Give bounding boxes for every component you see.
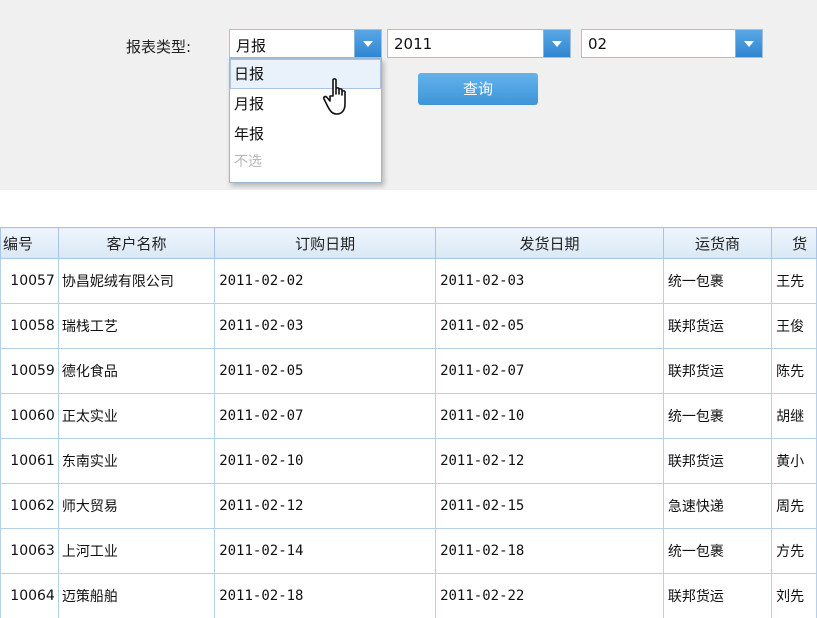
cell-id: 10059 [0, 348, 59, 394]
cell-order-date: 2011-02-02 [214, 258, 437, 304]
cell-shipper: 急速快递 [662, 483, 773, 529]
cell-shipper: 联邦货运 [662, 348, 773, 394]
header-consignee[interactable]: 货 [771, 227, 817, 259]
report-type-value: 月报 [236, 37, 267, 55]
cell-customer: 德化食品 [57, 348, 216, 394]
cell-shipper: 联邦货运 [662, 438, 773, 484]
cell-ship-date: 2011-02-05 [435, 303, 664, 349]
cell-consignee: 黄小 [771, 438, 817, 484]
cell-id: 10064 [0, 573, 59, 618]
table-row[interactable]: 10059 德化食品 2011-02-05 2011-02-07 联邦货运 陈先 [0, 348, 817, 394]
chevron-down-icon[interactable] [543, 30, 570, 57]
report-type-select[interactable]: 月报 [229, 29, 382, 58]
cell-order-date: 2011-02-05 [214, 348, 437, 394]
cell-customer: 协昌妮绒有限公司 [57, 258, 216, 304]
cell-shipper: 联邦货运 [662, 303, 773, 349]
cell-consignee: 周先 [771, 483, 817, 529]
cell-ship-date: 2011-02-10 [435, 393, 664, 439]
option-none[interactable]: 不选 [230, 149, 381, 177]
cell-shipper: 联邦货运 [662, 573, 773, 618]
cell-consignee: 王俊 [771, 303, 817, 349]
cell-customer: 正太实业 [57, 393, 216, 439]
table-header-row: 编号 客户名称 订购日期 发货日期 运货商 货 [0, 227, 817, 259]
month-value: 02 [588, 35, 608, 53]
table-row[interactable]: 10062 师大贸易 2011-02-12 2011-02-15 急速快递 周先 [0, 483, 817, 529]
cell-ship-date: 2011-02-03 [435, 258, 664, 304]
header-order-date[interactable]: 订购日期 [214, 227, 437, 259]
chevron-down-icon[interactable] [735, 30, 762, 57]
cell-order-date: 2011-02-12 [214, 483, 437, 529]
cell-consignee: 刘先 [771, 573, 817, 618]
cell-customer: 上河工业 [57, 528, 216, 574]
cell-id: 10061 [0, 438, 59, 484]
cell-shipper: 统一包裹 [662, 393, 773, 439]
cell-id: 10062 [0, 483, 59, 529]
cell-customer: 师大贸易 [57, 483, 216, 529]
cell-order-date: 2011-02-07 [214, 393, 437, 439]
option-daily[interactable]: 日报 [230, 59, 381, 89]
table-row[interactable]: 10057 协昌妮绒有限公司 2011-02-02 2011-02-03 统一包… [0, 258, 817, 304]
header-shipper[interactable]: 运货商 [662, 227, 773, 259]
cell-consignee: 陈先 [771, 348, 817, 394]
chevron-down-icon[interactable] [354, 30, 381, 57]
cell-customer: 东南实业 [57, 438, 216, 484]
cell-id: 10063 [0, 528, 59, 574]
cell-shipper: 统一包裹 [662, 528, 773, 574]
cell-order-date: 2011-02-18 [214, 573, 437, 618]
query-button[interactable]: 查询 [418, 73, 538, 105]
cell-shipper: 统一包裹 [662, 258, 773, 304]
table-row[interactable]: 10063 上河工业 2011-02-14 2011-02-18 统一包裹 方先 [0, 528, 817, 574]
cell-ship-date: 2011-02-18 [435, 528, 664, 574]
cell-order-date: 2011-02-14 [214, 528, 437, 574]
year-value: 2011 [394, 35, 433, 53]
table-row[interactable]: 10064 迈策船舶 2011-02-18 2011-02-22 联邦货运 刘先 [0, 573, 817, 618]
cell-consignee: 方先 [771, 528, 817, 574]
cell-consignee: 胡继 [771, 393, 817, 439]
cell-order-date: 2011-02-10 [214, 438, 437, 484]
month-select[interactable]: 02 [581, 29, 763, 58]
option-monthly[interactable]: 月报 [230, 89, 381, 119]
cell-order-date: 2011-02-03 [214, 303, 437, 349]
table-row[interactable]: 10058 瑞栈工艺 2011-02-03 2011-02-05 联邦货运 王俊 [0, 303, 817, 349]
cell-ship-date: 2011-02-22 [435, 573, 664, 618]
table-row[interactable]: 10060 正太实业 2011-02-07 2011-02-10 统一包裹 胡继 [0, 393, 817, 439]
cell-ship-date: 2011-02-07 [435, 348, 664, 394]
header-id[interactable]: 编号 [0, 227, 59, 259]
cell-id: 10057 [0, 258, 59, 304]
orders-table: 编号 客户名称 订购日期 发货日期 运货商 货 10057 协昌妮绒有限公司 2… [0, 227, 817, 618]
cell-customer: 迈策船舶 [57, 573, 216, 618]
option-yearly[interactable]: 年报 [230, 119, 381, 149]
cell-consignee: 王先 [771, 258, 817, 304]
table-row[interactable]: 10061 东南实业 2011-02-10 2011-02-12 联邦货运 黄小 [0, 438, 817, 484]
header-customer[interactable]: 客户名称 [57, 227, 216, 259]
cell-ship-date: 2011-02-12 [435, 438, 664, 484]
report-type-dropdown: 日报 月报 年报 不选 [229, 58, 382, 183]
cell-ship-date: 2011-02-15 [435, 483, 664, 529]
year-select[interactable]: 2011 [387, 29, 571, 58]
filter-panel: 报表类型: 月报 2011 02 查询 日报 月报 年报 不选 [0, 0, 817, 190]
hand-pointer-icon [322, 78, 346, 115]
cell-id: 10060 [0, 393, 59, 439]
header-ship-date[interactable]: 发货日期 [435, 227, 664, 259]
report-type-label: 报表类型: [126, 38, 192, 56]
cell-id: 10058 [0, 303, 59, 349]
cell-customer: 瑞栈工艺 [57, 303, 216, 349]
